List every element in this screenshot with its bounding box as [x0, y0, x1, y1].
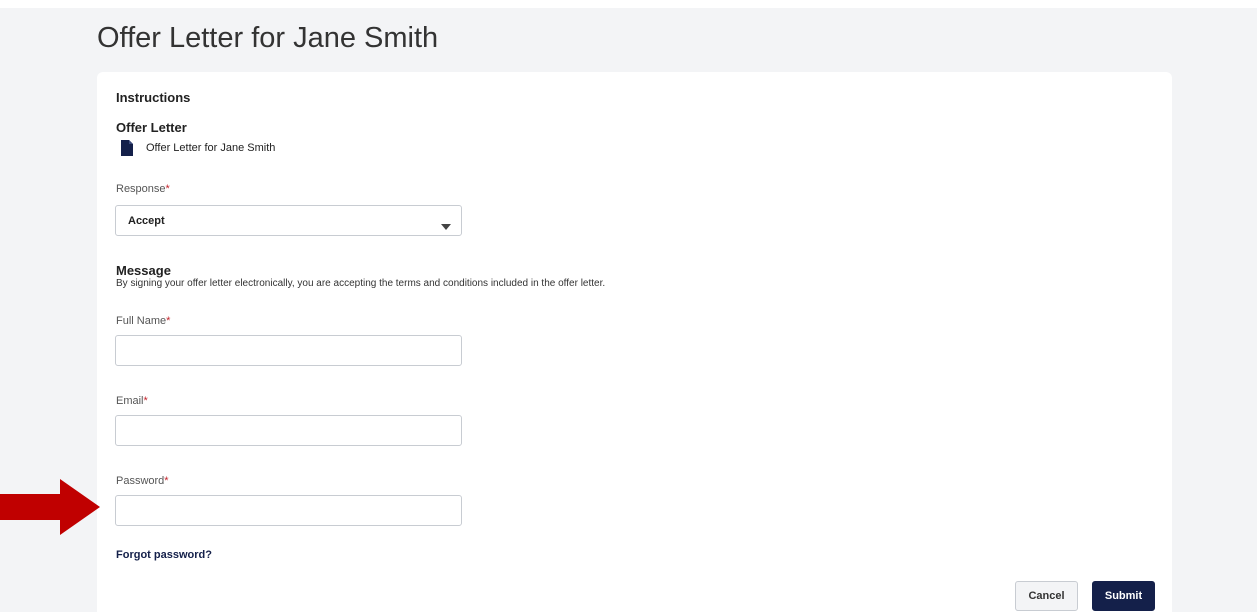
- required-asterisk: *: [165, 183, 170, 195]
- email-input[interactable]: [115, 415, 462, 446]
- offer-letter-file-link[interactable]: Offer Letter for Jane Smith: [146, 142, 275, 154]
- response-selected-value: Accept: [128, 214, 165, 227]
- submit-button[interactable]: Submit: [1092, 581, 1155, 611]
- instructions-heading: Instructions: [116, 90, 191, 105]
- caret-down-icon: [441, 217, 451, 230]
- response-select[interactable]: Accept: [115, 205, 462, 236]
- response-label: Response*: [116, 183, 170, 195]
- password-input[interactable]: [115, 495, 462, 526]
- cancel-button[interactable]: Cancel: [1015, 581, 1078, 611]
- email-label: Email*: [116, 395, 148, 407]
- full-name-label: Full Name*: [116, 315, 171, 327]
- password-label: Password*: [116, 475, 169, 487]
- required-asterisk: *: [143, 395, 148, 407]
- document-icon: [121, 140, 133, 156]
- offer-letter-file[interactable]: Offer Letter for Jane Smith: [121, 139, 275, 157]
- annotation-arrow-icon: [0, 479, 100, 535]
- forgot-password-link[interactable]: Forgot password?: [116, 549, 212, 561]
- message-text: By signing your offer letter electronica…: [116, 278, 606, 289]
- full-name-input[interactable]: [115, 335, 462, 366]
- page-title: Offer Letter for Jane Smith: [97, 22, 439, 54]
- offer-letter-heading: Offer Letter: [116, 120, 187, 135]
- required-asterisk: *: [164, 475, 169, 487]
- required-asterisk: *: [166, 315, 171, 327]
- message-title: Message: [116, 263, 171, 278]
